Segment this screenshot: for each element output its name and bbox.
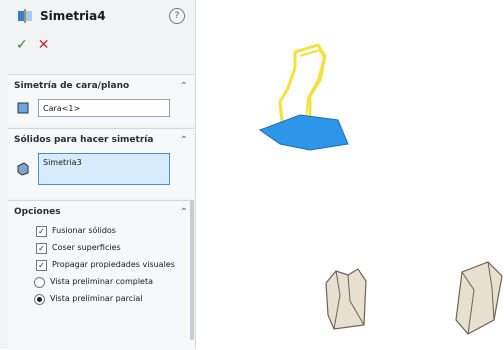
help-icon[interactable]: ? — [169, 8, 185, 24]
property-manager-panel: Simetria4 ? ✓ ✕ Simetría de cara/plano ⌃… — [0, 0, 196, 350]
cancel-button[interactable]: ✕ — [38, 37, 50, 53]
chevron-up-icon[interactable]: ⌃ — [180, 81, 188, 92]
bodies-input[interactable]: Simetria3 — [38, 153, 170, 185]
ok-button[interactable]: ✓ — [16, 37, 28, 53]
section-title: Simetría de cara/plano — [14, 81, 130, 91]
option-partial-preview[interactable]: Vista preliminar parcial — [8, 291, 194, 308]
bodies-field: Simetria3 — [8, 151, 194, 187]
chevron-up-icon[interactable]: ⌃ — [180, 207, 188, 218]
radio-button[interactable] — [34, 294, 45, 305]
mirror-feature-icon — [16, 7, 34, 25]
part-thumbnail-left — [325, 268, 367, 330]
face-plane-input[interactable]: Cara<1> — [38, 99, 170, 117]
section-header-face-plane[interactable]: Simetría de cara/plano ⌃ — [8, 75, 194, 97]
section-options: Opciones ⌃ ✓ Fusionar sólidos ✓ Coser su… — [8, 200, 194, 350]
option-knit-surfaces[interactable]: ✓ Coser superficies — [8, 240, 194, 257]
option-full-preview[interactable]: Vista preliminar completa — [8, 274, 194, 291]
checkbox[interactable]: ✓ — [36, 243, 47, 254]
option-merge-solids[interactable]: ✓ Fusionar sólidos — [8, 223, 194, 240]
section-title: Opciones — [14, 207, 61, 217]
checkbox[interactable]: ✓ — [36, 260, 47, 271]
section-title: Sólidos para hacer simetría — [14, 135, 154, 145]
section-bodies: Sólidos para hacer simetría ⌃ Simetria3 — [8, 128, 194, 199]
panel-scrollbar[interactable] — [190, 200, 194, 340]
section-header-bodies[interactable]: Sólidos para hacer simetría ⌃ — [8, 129, 194, 151]
checkbox[interactable]: ✓ — [36, 226, 47, 237]
face-plane-field: Cara<1> — [8, 97, 194, 119]
face-icon — [14, 99, 32, 117]
radio-button[interactable] — [34, 277, 45, 288]
panel-header: Simetria4 ? — [0, 0, 195, 32]
feature-title: Simetria4 — [40, 9, 106, 23]
part-thumbnail-right — [455, 261, 503, 335]
chevron-up-icon[interactable]: ⌃ — [180, 135, 188, 146]
solid-body-icon — [14, 160, 32, 178]
ok-cancel-row: ✓ ✕ — [0, 32, 195, 58]
section-header-options[interactable]: Opciones ⌃ — [8, 201, 194, 223]
option-propagate-visuals[interactable]: ✓ Propagar propiedades visuales — [8, 257, 194, 274]
mirror-preview-model — [258, 43, 349, 151]
section-face-plane: Simetría de cara/plano ⌃ Cara<1> — [8, 74, 194, 125]
